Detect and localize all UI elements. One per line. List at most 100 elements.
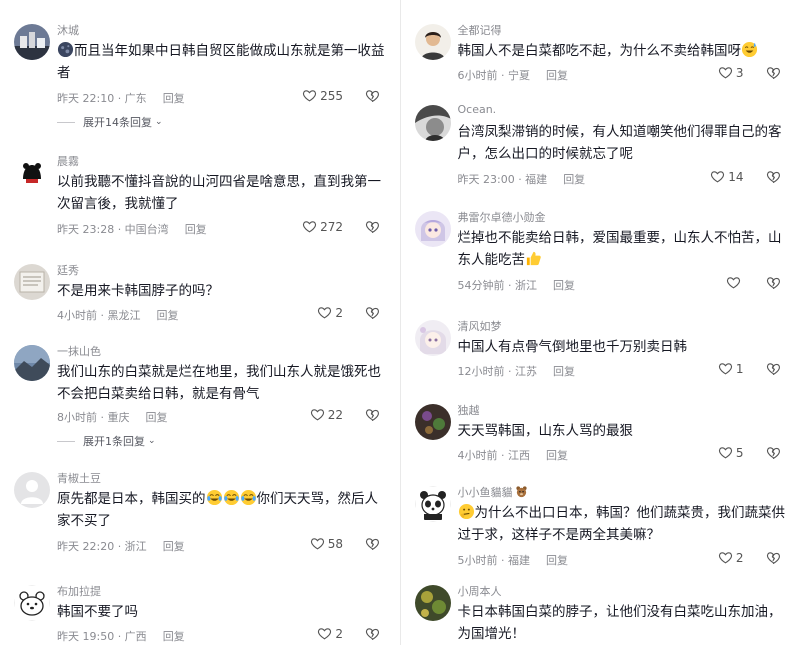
like-button[interactable]: 14 <box>710 169 744 184</box>
dislike-button[interactable] <box>766 445 781 460</box>
avatar[interactable] <box>14 264 50 300</box>
reply-button[interactable]: 回复 <box>546 554 568 567</box>
reply-button[interactable]: 回复 <box>553 365 575 378</box>
like-button[interactable]: 2 <box>718 550 744 565</box>
dislike-button[interactable] <box>365 219 380 234</box>
avatar[interactable] <box>414 105 451 141</box>
username[interactable]: 一抹山色 <box>57 343 101 359</box>
sweat-laughing-emoji-icon <box>741 41 758 58</box>
comment-meta: 昨天 23:00 · 福建 回复 <box>458 171 586 187</box>
like-button[interactable]: 1 <box>718 361 744 376</box>
expand-replies-button[interactable]: 展开14条回复 ⌄ <box>57 114 163 130</box>
bear-badge-icon <box>515 485 528 501</box>
comment-body: 而且当年如果中日韩自贸区能做成山东就是第一收益者 <box>57 43 385 81</box>
username[interactable]: 布加拉提 <box>57 583 101 599</box>
avatar[interactable] <box>414 211 451 247</box>
dislike-button[interactable] <box>365 626 380 641</box>
crying-laughing-emoji-icon <box>206 489 223 506</box>
comment-actions: 58 <box>310 536 380 551</box>
comment-body: 台湾凤梨滞销的时候，有人知道嘲笑他们得罪自己的客户，怎么出口的时候就忘了呢 <box>457 124 782 162</box>
avatar-image-icon <box>14 264 50 300</box>
avatar[interactable] <box>414 404 451 440</box>
comment-item: 清风如梦 中国人有点骨气倒地里也千万别卖日韩 12小时前 · 江苏 回复 1 <box>401 318 800 384</box>
thinking-emoji-icon <box>458 503 475 520</box>
comment-actions: 1 <box>718 361 781 376</box>
avatar-image-icon <box>414 486 451 522</box>
avatar[interactable] <box>414 585 451 621</box>
reply-button[interactable]: 回复 <box>146 411 168 424</box>
comment-meta: 昨天 22:20 · 浙江 回复 <box>57 538 185 554</box>
like-count: 22 <box>327 407 343 422</box>
like-button[interactable]: 2 <box>317 305 343 320</box>
comment-meta: 4小时前 · 黑龙江 回复 <box>57 307 179 323</box>
chevron-down-icon: ⌄ <box>155 117 163 127</box>
username[interactable]: 青椒土豆 <box>57 470 101 486</box>
like-button[interactable]: 2 <box>317 626 343 641</box>
like-button[interactable]: 3 <box>718 65 744 80</box>
comment-meta: 8小时前 · 重庆 回复 <box>57 409 168 425</box>
like-count: 5 <box>735 445 744 460</box>
reply-button[interactable]: 回复 <box>563 173 585 186</box>
broken-heart-icon <box>766 169 781 184</box>
heart-icon <box>317 305 332 320</box>
dislike-button[interactable] <box>766 65 781 80</box>
username[interactable]: 弗雷尔卓德小勋金 <box>458 209 546 225</box>
heart-icon <box>718 550 733 565</box>
expand-replies-button[interactable]: 展开1条回复 ⌄ <box>57 433 156 449</box>
username[interactable]: 廷秀 <box>57 262 79 278</box>
like-button[interactable]: 58 <box>310 536 343 551</box>
dislike-button[interactable] <box>766 361 781 376</box>
avatar[interactable] <box>14 24 50 60</box>
username-text[interactable]: 小小鱼貓貓 <box>458 486 513 499</box>
dislike-button[interactable] <box>365 88 380 103</box>
like-button[interactable]: 255 <box>302 88 343 103</box>
avatar[interactable] <box>414 320 451 356</box>
avatar[interactable] <box>14 155 50 191</box>
avatar[interactable] <box>14 585 50 621</box>
dislike-button[interactable] <box>365 407 380 422</box>
like-count: 1 <box>735 361 744 376</box>
dislike-button[interactable] <box>766 550 781 565</box>
reply-button[interactable]: 回复 <box>163 630 185 643</box>
avatar[interactable] <box>14 345 50 381</box>
reply-button[interactable]: 回复 <box>157 309 179 322</box>
comment-body: 不是用来卡韩国脖子的吗？ <box>57 283 219 299</box>
like-button[interactable]: 5 <box>718 445 744 460</box>
reply-button[interactable]: 回复 <box>163 92 185 105</box>
avatar[interactable] <box>14 472 50 508</box>
like-button[interactable] <box>726 275 744 290</box>
avatar-image-icon <box>14 585 50 621</box>
avatar[interactable] <box>414 486 451 522</box>
reply-button[interactable]: 回复 <box>185 223 207 236</box>
reply-button[interactable]: 回复 <box>553 279 575 292</box>
reply-button[interactable]: 回复 <box>163 540 185 553</box>
comment-time-location: 12小时前 · 江苏 <box>457 365 538 378</box>
comment-time-location: 4小时前 · 江西 <box>457 449 531 462</box>
dislike-button[interactable] <box>766 169 781 184</box>
username[interactable]: 全都记得 <box>458 22 502 38</box>
username[interactable]: Ocean. <box>458 103 497 116</box>
dislike-button[interactable] <box>365 536 380 551</box>
like-button[interactable]: 272 <box>302 219 343 234</box>
comment-actions: 2 <box>317 626 380 641</box>
username[interactable]: 清风如梦 <box>458 318 502 334</box>
comment-item: Ocean. 台湾凤梨滞销的时候，有人知道嘲笑他们得罪自己的客户，怎么出口的时候… <box>401 103 800 193</box>
like-button[interactable]: 22 <box>310 407 343 422</box>
reply-button[interactable]: 回复 <box>546 69 568 82</box>
avatar[interactable] <box>414 24 451 60</box>
comments-screenshot: 沐城 而且当年如果中日韩自贸区能做成山东就是第一收益者 昨天 22:10 · 广… <box>0 0 800 645</box>
moon-emoji-icon <box>57 41 74 58</box>
like-count: 2 <box>735 550 744 565</box>
heart-icon <box>302 88 317 103</box>
dislike-button[interactable] <box>365 305 380 320</box>
comment-time-location: 4小时前 · 黑龙江 <box>57 309 141 322</box>
reply-button[interactable]: 回复 <box>546 449 568 462</box>
dislike-button[interactable] <box>766 275 781 290</box>
comment-time-location: 6小时前 · 宁夏 <box>457 69 531 82</box>
username[interactable]: 小周本人 <box>458 583 502 599</box>
comment-time-location: 昨天 19:50 · 广西 <box>57 630 147 643</box>
username[interactable]: 独越 <box>458 402 480 418</box>
username[interactable]: 晨霧 <box>57 153 79 169</box>
thumbs-up-emoji-icon <box>525 250 542 267</box>
username[interactable]: 沐城 <box>57 22 79 38</box>
